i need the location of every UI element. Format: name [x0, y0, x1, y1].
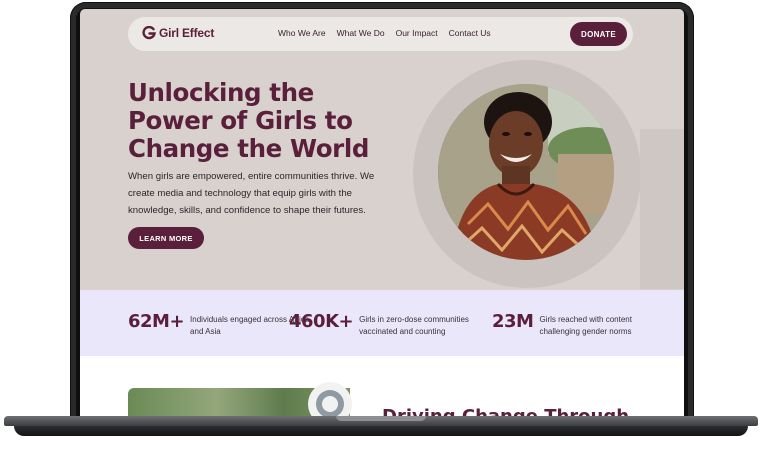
girl-effect-logo-icon	[142, 25, 156, 40]
nav-links: Who We Are What We Do Our Impact Contact…	[278, 28, 491, 38]
laptop-notch	[336, 416, 426, 421]
hero-background-panel	[640, 129, 684, 289]
brand-logo[interactable]: Girl Effect	[142, 25, 215, 40]
section-logo-badge	[308, 382, 352, 417]
learn-more-button[interactable]: LEARN MORE	[128, 227, 204, 249]
girl-effect-badge-icon	[316, 390, 344, 417]
navbar: Girl Effect Who We Are What We Do Our Im…	[128, 17, 633, 51]
stat-value: 62M+	[128, 311, 185, 332]
nav-link-who-we-are[interactable]: Who We Are	[278, 28, 326, 38]
stat-label: Girls in zero-dose communities vaccinate…	[359, 315, 469, 336]
website-screen: Girl Effect Who We Are What We Do Our Im…	[80, 9, 684, 417]
stat-value: 460K+	[289, 311, 354, 332]
donate-button[interactable]: DONATE	[570, 22, 627, 46]
stat-value: 23M	[492, 311, 534, 332]
impact-stats: 62M+ Individuals engaged across Africa a…	[80, 290, 684, 356]
hero-girl-photo	[438, 84, 614, 260]
next-section: Driving Change Through	[80, 356, 684, 417]
hero-title: Unlocking the Power of Girls to Change t…	[128, 79, 398, 163]
hero-title-line: Change the World	[128, 134, 369, 163]
laptop-base	[0, 416, 762, 438]
stat-item: 62M+ Individuals engaged across Africa a…	[128, 311, 315, 338]
hero-title-line: Power of Girls to	[128, 106, 353, 135]
nav-link-contact-us[interactable]: Contact Us	[449, 28, 491, 38]
stat-label: Girls reached with content challenging g…	[539, 315, 632, 336]
stat-item: 23M Girls reached with content challengi…	[492, 311, 664, 338]
hero-title-line: Unlocking the	[128, 78, 314, 107]
brand-name: Girl Effect	[159, 26, 215, 40]
nav-link-our-impact[interactable]: Our Impact	[396, 28, 438, 38]
stat-item: 460K+ Girls in zero-dose communities vac…	[289, 311, 484, 338]
hero-description: When girls are empowered, entire communi…	[128, 171, 375, 216]
nav-link-what-we-do[interactable]: What We Do	[337, 28, 385, 38]
